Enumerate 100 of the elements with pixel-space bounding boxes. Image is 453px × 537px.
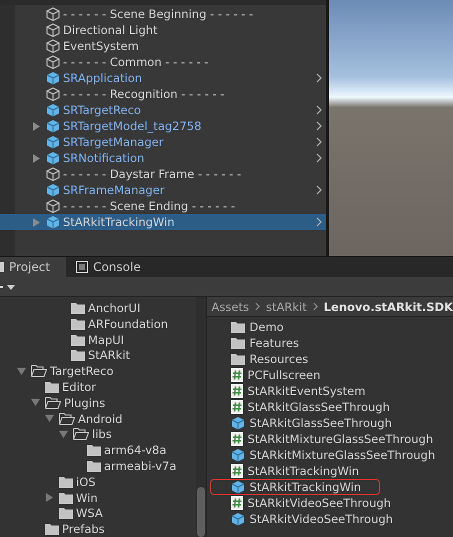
object-name: - - - - - - Scene Ending - - - - - - bbox=[63, 199, 236, 213]
collapse-arrow-icon[interactable] bbox=[17, 366, 26, 376]
breadcrumb-item[interactable]: Assets bbox=[212, 300, 249, 314]
asset-name: StARkitTrackingWin bbox=[248, 464, 360, 478]
asset-item[interactable]: StARkitVideoSeeThrough bbox=[210, 495, 396, 512]
folder-name: MapUI bbox=[88, 332, 124, 347]
folder-tree-item[interactable]: TargetReco bbox=[0, 363, 196, 380]
asset-item[interactable]: StARkitGlassSeeThrough bbox=[210, 415, 397, 432]
asset-name: StARkitEventSystem bbox=[248, 384, 366, 398]
cube-outline-icon bbox=[46, 39, 60, 53]
folder-tree-item[interactable]: MapUI bbox=[0, 332, 196, 348]
hierarchy-item[interactable]: SRTargetReco bbox=[0, 102, 326, 118]
folder-name: Android bbox=[78, 412, 122, 426]
prefab-cube-icon bbox=[46, 103, 60, 117]
asset-item[interactable]: StARkitVideoSeeThrough bbox=[210, 511, 398, 528]
folder-name: StARkit bbox=[88, 348, 130, 362]
hierarchy-item[interactable]: SRNotification bbox=[0, 150, 326, 166]
scrollbar[interactable] bbox=[196, 297, 206, 537]
asset-item[interactable]: StARkitEventSystem bbox=[210, 383, 380, 400]
breadcrumb-item[interactable]: stARkit bbox=[266, 300, 307, 314]
object-name: - - - - - - Recognition - - - - - - bbox=[63, 87, 224, 101]
chevron-right-icon[interactable] bbox=[316, 217, 322, 227]
hierarchy-item[interactable]: - - - - - - Common - - - - - - bbox=[0, 54, 326, 70]
expand-arrow-icon[interactable] bbox=[45, 493, 54, 502]
object-name: SRTargetModel_tag2758 bbox=[63, 119, 202, 133]
hierarchy-item[interactable]: - - - - - - Daystar Frame - - - - - - bbox=[0, 166, 326, 182]
hierarchy-item[interactable]: SRTargetModel_tag2758 bbox=[0, 118, 326, 134]
folder-tree-item[interactable]: armeabi-v7a bbox=[0, 458, 196, 474]
folder-tree-item[interactable]: Win bbox=[0, 490, 196, 506]
asset-name: StARkitVideoSeeThrough bbox=[250, 512, 393, 526]
expand-arrow-icon[interactable] bbox=[33, 218, 40, 226]
asset-name: StARkitMixtureGlassSeeThrough bbox=[248, 432, 434, 446]
folder-tree-item[interactable]: iOS bbox=[0, 474, 196, 490]
asset-name: Resources bbox=[250, 352, 308, 366]
object-name: SRTargetReco bbox=[63, 103, 141, 117]
folder-tree-item[interactable]: Android bbox=[0, 410, 196, 426]
folder-name: AnchorUI bbox=[88, 300, 140, 315]
folder-icon bbox=[230, 353, 245, 366]
folder-tab-icon bbox=[0, 262, 4, 272]
folder-tree-item[interactable]: WSA bbox=[0, 505, 196, 522]
asset-item[interactable]: StARkitMixtureGlassSeeThrough bbox=[210, 447, 440, 464]
asset-item[interactable]: StARkitTrackingWin bbox=[210, 479, 380, 496]
hierarchy-item[interactable]: EventSystem bbox=[0, 38, 326, 54]
panel-tab[interactable]: Console bbox=[66, 257, 153, 278]
folder-tree-item[interactable]: arm64-v8a bbox=[0, 442, 196, 458]
folder-tree-item[interactable]: Prefabs bbox=[0, 521, 196, 537]
hierarchy-item[interactable]: SRTargetManager bbox=[0, 134, 326, 150]
asset-item[interactable]: PCFullscreen bbox=[210, 367, 380, 384]
folder-tree-item[interactable]: libs bbox=[0, 426, 196, 442]
hierarchy-item[interactable]: - - - - - - Scene Ending - - - - - - bbox=[0, 198, 326, 214]
hierarchy-item[interactable]: StARkitTrackingWin bbox=[0, 214, 326, 230]
folder-tree-item[interactable]: Editor bbox=[0, 379, 196, 395]
hierarchy-item[interactable]: - - - - - - Recognition - - - - - - bbox=[0, 86, 326, 102]
expand-arrow-icon[interactable] bbox=[33, 122, 40, 130]
asset-item[interactable]: StARkitMixtureGlassSeeThrough bbox=[210, 431, 438, 448]
hierarchy-item[interactable]: SRFrameManager bbox=[0, 182, 326, 198]
prefab-cube-icon bbox=[230, 416, 245, 430]
hierarchy-item[interactable]: SRApplication bbox=[0, 70, 326, 86]
asset-name: StARkitTrackingWin bbox=[250, 480, 362, 494]
folder-name: Win bbox=[76, 490, 98, 504]
asset-item[interactable]: Demo bbox=[210, 319, 380, 336]
asset-name: StARkitMixtureGlassSeeThrough bbox=[250, 448, 436, 462]
cube-outline-icon bbox=[46, 167, 60, 181]
chevron-right-icon[interactable] bbox=[316, 73, 322, 83]
asset-item[interactable]: Features bbox=[210, 335, 380, 352]
folder-name: Prefabs bbox=[62, 522, 105, 536]
script-file-icon bbox=[230, 384, 243, 398]
folder-icon bbox=[87, 460, 101, 472]
chevron-right-icon[interactable] bbox=[316, 185, 322, 195]
prefab-cube-icon bbox=[230, 448, 245, 462]
hierarchy-item[interactable]: Directional Light bbox=[0, 22, 326, 38]
object-name: SRNotification bbox=[63, 151, 144, 165]
prefab-cube-icon bbox=[46, 183, 60, 197]
asset-item[interactable]: StARkitTrackingWin bbox=[210, 463, 380, 480]
add-dropdown-icon[interactable] bbox=[0, 282, 16, 291]
folder-icon bbox=[230, 321, 245, 334]
panel-tab[interactable]: Project bbox=[0, 257, 66, 278]
asset-item[interactable]: StARkitGlassSeeThrough bbox=[210, 399, 395, 416]
open-folder-icon bbox=[73, 428, 89, 440]
folder-icon bbox=[45, 523, 59, 536]
scrollbar-thumb[interactable] bbox=[196, 487, 205, 537]
expand-arrow-icon[interactable] bbox=[33, 154, 40, 162]
hierarchy-item[interactable]: - - - - - - Scene Beginning - - - - - - bbox=[0, 6, 326, 22]
folder-tree-item[interactable]: Plugins bbox=[0, 394, 196, 411]
folder-tree-item[interactable]: ARFoundation bbox=[0, 316, 196, 332]
folder-tree-item[interactable]: AnchorUI bbox=[0, 300, 196, 316]
asset-name: StARkitVideoSeeThrough bbox=[248, 496, 391, 510]
folder-icon bbox=[59, 476, 73, 488]
folder-name: libs bbox=[92, 427, 112, 442]
cube-outline-icon bbox=[46, 23, 60, 37]
folder-icon bbox=[87, 444, 101, 456]
script-file-icon bbox=[230, 464, 243, 478]
script-file-icon bbox=[230, 496, 243, 510]
asset-name: Demo bbox=[250, 320, 284, 334]
asset-item[interactable]: Resources bbox=[210, 351, 380, 368]
breadcrumb-item[interactable]: Lenovo.stARkit.SDK bbox=[324, 300, 453, 314]
folder-name: Plugins bbox=[64, 396, 106, 410]
folder-tree-item[interactable]: StARkit bbox=[0, 347, 196, 364]
folder-name: WSA bbox=[76, 506, 103, 520]
script-file-icon bbox=[230, 432, 243, 446]
